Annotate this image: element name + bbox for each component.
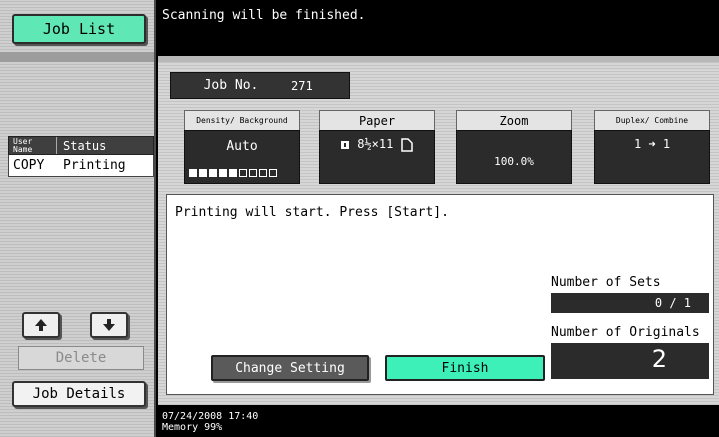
finish-button[interactable]: Finish <box>385 355 545 381</box>
gauge-cell <box>199 169 207 177</box>
zoom-header: Zoom <box>456 110 572 130</box>
density-gauge <box>189 169 277 177</box>
instruction-text: Printing will start. Press [Start]. <box>175 205 449 220</box>
paper-card: Paper 8½×11 <box>319 110 435 184</box>
row-user: COPY <box>13 158 45 173</box>
zoom-body: 100.0% <box>456 130 572 184</box>
duplex-card: Duplex/ Combine 1 ➜ 1 <box>594 110 710 184</box>
duplex-header: Duplex/ Combine <box>594 110 710 130</box>
col-user-name: User Name <box>9 137 57 154</box>
gauge-cell <box>189 169 197 177</box>
job-number-value: 271 <box>291 78 313 93</box>
sets-value: 0 / 1 <box>551 293 709 313</box>
job-number-box: Job No. 271 <box>170 72 350 99</box>
up-arrow-icon <box>35 319 47 331</box>
density-header: Density/ Background <box>184 110 300 130</box>
zoom-card: Zoom 100.0% <box>456 110 572 184</box>
gauge-cell <box>259 169 267 177</box>
memory-status: Memory 99% <box>162 422 223 433</box>
paper-tray-icon <box>341 140 349 149</box>
status-message: Scanning will be finished. <box>162 8 366 23</box>
sidebar-divider <box>0 52 154 62</box>
scroll-down-button[interactable] <box>90 312 128 338</box>
sets-label: Number of Sets <box>551 275 661 290</box>
paper-size: 8½×11 <box>357 137 394 151</box>
density-body: Auto <box>184 130 300 184</box>
row-status: Printing <box>63 158 126 173</box>
scroll-up-button[interactable] <box>22 312 60 338</box>
zoom-value: 100.0% <box>494 155 534 168</box>
paper-value: 8½×11 <box>340 137 413 152</box>
gauge-cell <box>269 169 277 177</box>
originals-label: Number of Originals <box>551 325 700 340</box>
status-footer: 07/24/2008 17:40 Memory 99% <box>158 405 719 437</box>
originals-value: 2 <box>551 343 709 379</box>
message-bar: Scanning will be finished. <box>158 0 719 56</box>
job-number-label: Job No. <box>203 78 259 93</box>
density-card: Density/ Background Auto <box>184 110 300 184</box>
gauge-cell <box>209 169 217 177</box>
job-details-button[interactable]: Job Details <box>12 381 146 407</box>
paper-body: 8½×11 <box>319 130 435 184</box>
col-status: Status <box>63 138 107 153</box>
content-area: Printing will start. Press [Start]. Numb… <box>166 194 714 395</box>
down-arrow-icon <box>103 319 115 331</box>
datetime: 07/24/2008 17:40 <box>162 411 259 422</box>
main-panel: Job No. 271 Density/ Background Auto Pap… <box>158 62 719 405</box>
table-row[interactable]: COPY Printing <box>8 155 154 177</box>
gauge-cell <box>229 169 237 177</box>
job-table: User Name Status COPY Printing <box>8 136 154 177</box>
job-sidebar: Job List User Name Status COPY Printing … <box>0 0 156 437</box>
job-list-button[interactable]: Job List <box>12 14 146 44</box>
delete-button[interactable]: Delete <box>18 346 144 370</box>
paper-header: Paper <box>319 110 435 130</box>
density-value: Auto <box>226 139 258 154</box>
change-setting-button[interactable]: Change Setting <box>211 355 369 381</box>
duplex-body: 1 ➜ 1 <box>594 130 710 184</box>
gauge-cell <box>239 169 247 177</box>
paper-orientation-icon <box>400 137 413 152</box>
gauge-cell <box>249 169 257 177</box>
gauge-cell <box>219 169 227 177</box>
duplex-value: 1 ➜ 1 <box>633 137 671 151</box>
job-table-header: User Name Status <box>8 136 154 155</box>
